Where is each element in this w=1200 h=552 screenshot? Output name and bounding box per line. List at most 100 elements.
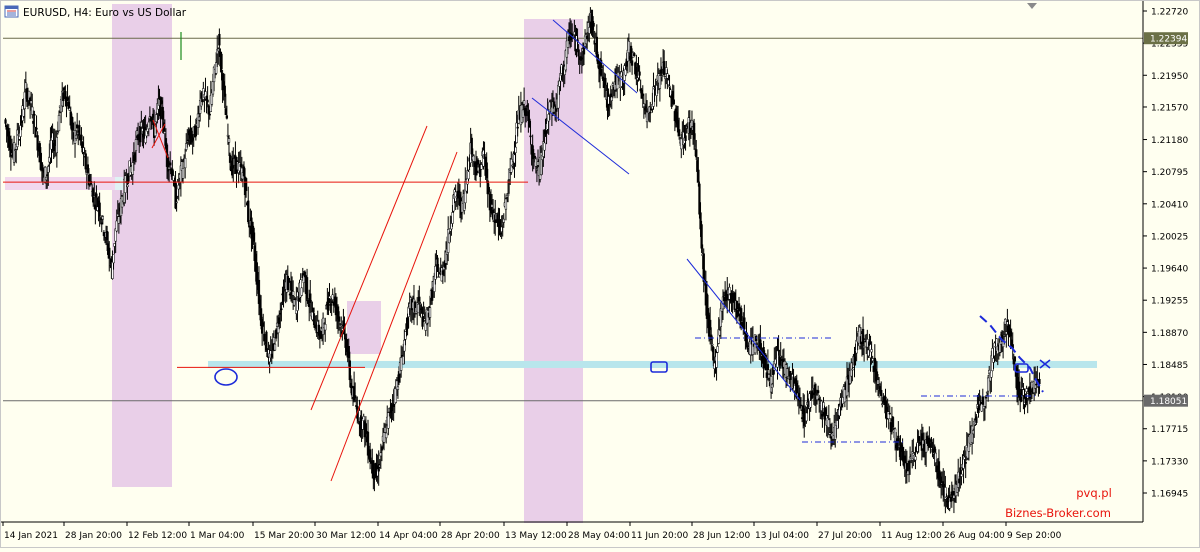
price-tick-label: 1.22720 — [1151, 8, 1188, 18]
candle-body — [328, 296, 331, 299]
price-tick-label: 1.21570 — [1151, 103, 1188, 113]
candle-body — [1013, 356, 1017, 362]
candle-body — [472, 155, 476, 162]
time-tick-label: 30 Mar 12:00 — [316, 531, 376, 541]
candle-body — [337, 316, 341, 322]
price-label: 1.18051 — [1150, 397, 1187, 407]
candle-body — [766, 364, 770, 371]
time-tick-label: 11 Aug 12:00 — [881, 531, 942, 541]
candle-body — [914, 456, 917, 461]
price-tick-label: 1.21950 — [1151, 72, 1188, 82]
candle-body — [475, 170, 479, 174]
candle-body — [789, 371, 792, 380]
time-tick-label: 28 Jun 12:00 — [693, 531, 750, 541]
candle-body — [677, 129, 681, 137]
candle-body — [809, 400, 812, 408]
candle-body — [514, 146, 517, 153]
candle-body — [80, 134, 83, 141]
candle-body — [851, 368, 854, 371]
candle-body — [480, 164, 483, 170]
candle-body — [4, 119, 7, 124]
candle-body — [208, 113, 211, 116]
candle-body — [684, 135, 687, 141]
candle-body — [668, 85, 671, 88]
candle-body — [867, 349, 870, 357]
candle-body — [247, 200, 250, 223]
candle-body — [175, 201, 178, 204]
candle-body — [451, 212, 454, 224]
time-tick-label: 28 Apr 20:00 — [441, 531, 500, 541]
watermark-line2: Biznes-Broker.com — [1005, 506, 1111, 520]
candle-body — [502, 218, 505, 223]
candle-body — [716, 346, 719, 353]
time-tick-label: 13 May 12:00 — [505, 531, 567, 541]
candle-body — [630, 60, 634, 66]
candle-body — [71, 122, 75, 131]
candle-body — [244, 178, 248, 192]
candle-body — [964, 461, 967, 464]
candle-body — [672, 99, 675, 105]
candle-body — [1035, 383, 1038, 386]
candle-body — [265, 331, 268, 351]
chart-root: 1.22720 1.22335 1.21950 1.21570 1.21180 1.207… — [0, 0, 1200, 548]
candle-body — [300, 287, 303, 296]
candle-body — [331, 294, 334, 300]
candle-body — [862, 345, 866, 348]
time-tick-label: 27 Jul 20:00 — [818, 531, 872, 541]
candle-body — [194, 125, 198, 137]
candle-body — [399, 357, 403, 371]
candle-body — [1025, 388, 1028, 392]
candle-body — [697, 169, 700, 183]
candle-body — [98, 202, 101, 217]
candle-body — [282, 290, 285, 302]
price-label: 1.22394 — [1150, 35, 1187, 45]
candle-body — [280, 308, 283, 311]
candle-body — [577, 49, 580, 57]
price-tick-label: 1.17715 — [1151, 425, 1188, 435]
candle-body — [181, 168, 185, 179]
candle-body — [218, 33, 221, 46]
candle-body — [292, 291, 295, 296]
price-tick-label: 1.18485 — [1151, 361, 1188, 371]
candle-body — [85, 172, 88, 175]
time-tick-label: 9 Sep 20:00 — [1007, 531, 1062, 541]
candle-body — [712, 347, 715, 361]
time-tick-label: 28 May 04:00 — [568, 531, 630, 541]
candle-body — [799, 404, 803, 407]
candle-body — [604, 77, 607, 86]
candle-body — [611, 83, 614, 86]
price-tick-label: 1.20410 — [1151, 200, 1188, 210]
price-chart[interactable]: 1.227201.223351.219501.215701.211801.207… — [0, 0, 1200, 548]
candle-body — [385, 432, 388, 439]
candle-body — [84, 153, 87, 170]
watermark-line1: pvq.pl — [1076, 486, 1112, 500]
candle-body — [888, 412, 891, 415]
zone-rect — [115, 177, 123, 190]
candle-body — [930, 439, 933, 442]
price-tick-label: 1.21180 — [1151, 136, 1188, 146]
candle-body — [516, 126, 519, 129]
candle-body — [638, 71, 641, 76]
candle-body — [78, 125, 81, 136]
candle-body — [841, 396, 844, 404]
candle-body — [592, 22, 595, 27]
price-tick-label: 1.20025 — [1151, 232, 1188, 242]
candle-body — [529, 135, 532, 138]
candle-body — [134, 139, 138, 151]
candle-body — [506, 193, 510, 196]
candle-body — [57, 114, 61, 132]
time-tick-label: 11 Jun 20:00 — [631, 531, 688, 541]
candle-body — [871, 358, 874, 362]
candle-body — [487, 187, 490, 192]
candle-body — [437, 276, 440, 278]
candle-body — [711, 343, 714, 346]
candle-body — [227, 138, 231, 143]
candle-body — [535, 169, 539, 171]
candle-body — [312, 307, 315, 313]
time-tick-label: 26 Aug 04:00 — [944, 531, 1005, 541]
price-tick-label: 1.20795 — [1151, 168, 1188, 178]
candle-body — [55, 137, 59, 154]
candle-body — [184, 158, 187, 169]
candle-body — [649, 111, 652, 114]
candle-body — [754, 335, 758, 342]
